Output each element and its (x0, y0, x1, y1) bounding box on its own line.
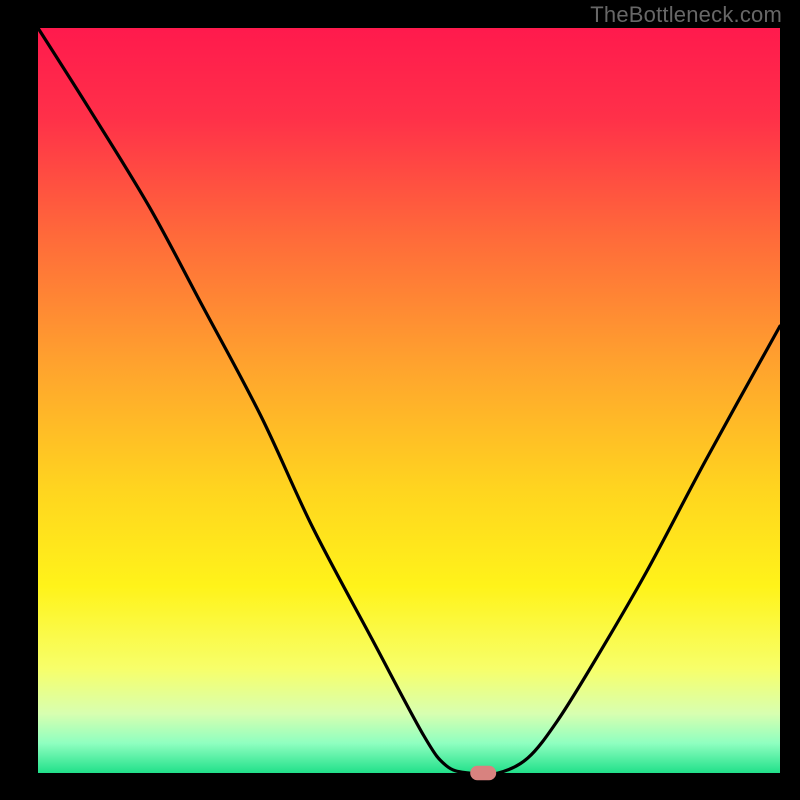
bottleneck-chart (0, 0, 800, 800)
watermark-text: TheBottleneck.com (590, 2, 782, 28)
chart-container: TheBottleneck.com (0, 0, 800, 800)
plot-background (38, 28, 780, 773)
optimal-marker (470, 766, 496, 780)
